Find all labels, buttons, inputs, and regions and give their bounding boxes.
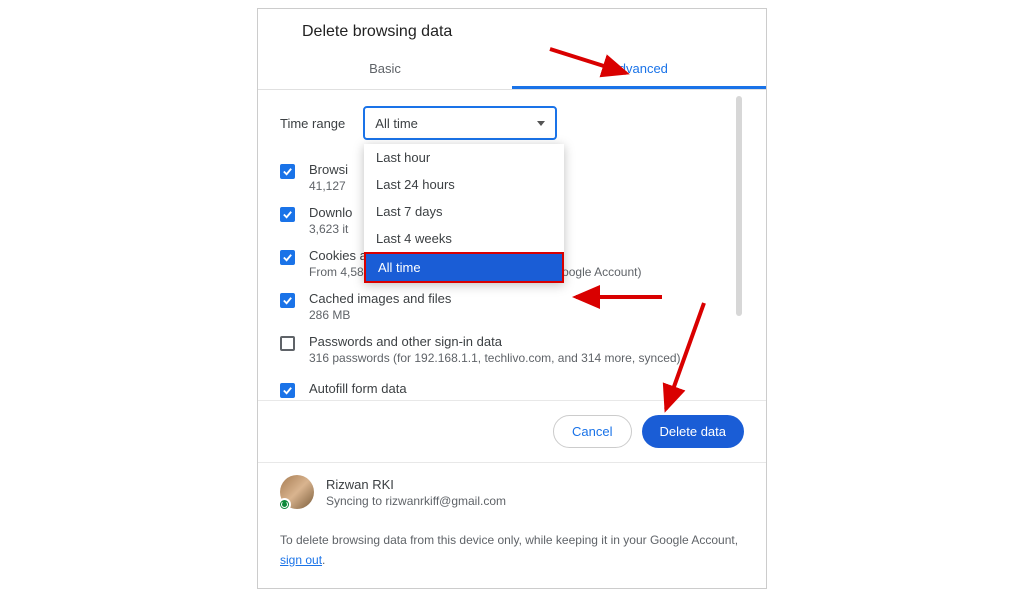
checkbox-download-history[interactable] (280, 207, 295, 222)
scrollbar[interactable] (736, 96, 742, 316)
cancel-button[interactable]: Cancel (553, 415, 631, 448)
item-subtitle: 41,127 (309, 179, 348, 193)
account-row: Rizwan RKI Syncing to rizwanrkiff@gmail.… (258, 462, 766, 521)
item-title: Browsi (309, 162, 348, 177)
dialog-content: Time range All time Last hour Last 24 ho… (258, 90, 766, 400)
sync-badge-icon (278, 498, 291, 511)
checkbox-cookies[interactable] (280, 250, 295, 265)
delete-data-button[interactable]: Delete data (642, 415, 745, 448)
checkbox-browsing-history[interactable] (280, 164, 295, 179)
sign-out-link[interactable]: sign out (280, 553, 322, 567)
footer-buttons: Cancel Delete data (258, 400, 766, 462)
note-post: . (322, 553, 325, 567)
item-autofill: Autofill form data (280, 371, 744, 400)
checkbox-cached[interactable] (280, 293, 295, 308)
item-title: Passwords and other sign-in data (309, 334, 681, 349)
checkbox-passwords[interactable] (280, 336, 295, 351)
option-last-4-weeks[interactable]: Last 4 weeks (364, 225, 564, 252)
checkbox-autofill[interactable] (280, 383, 295, 398)
tabs: Basic Advanced (258, 51, 766, 90)
bottom-note: To delete browsing data from this device… (258, 521, 766, 587)
item-passwords: Passwords and other sign-in data 316 pas… (280, 328, 744, 371)
item-title: Autofill form data (309, 381, 407, 396)
account-name: Rizwan RKI (326, 477, 506, 492)
time-range-row: Time range All time (280, 90, 744, 150)
time-range-select[interactable]: All time (363, 106, 557, 140)
avatar (280, 475, 314, 509)
item-title: Cached images and files (309, 291, 451, 306)
item-title: Downlo (309, 205, 352, 220)
tab-advanced[interactable]: Advanced (512, 51, 766, 89)
note-pre: To delete browsing data from this device… (280, 533, 738, 547)
chevron-down-icon (537, 121, 545, 126)
account-sync-text: Syncing to rizwanrkiff@gmail.com (326, 494, 506, 508)
item-subtitle: 316 passwords (for 192.168.1.1, techlivo… (309, 351, 681, 365)
option-last-7-days[interactable]: Last 7 days (364, 198, 564, 225)
dialog-title: Delete browsing data (258, 9, 766, 51)
option-last-hour[interactable]: Last hour (364, 144, 564, 171)
time-range-value: All time (375, 116, 418, 131)
scroll-area: Time range All time Last hour Last 24 ho… (280, 90, 744, 400)
item-subtitle: 286 MB (309, 308, 451, 322)
option-all-time[interactable]: All time (364, 252, 564, 283)
time-range-label: Time range (280, 116, 345, 131)
tab-basic[interactable]: Basic (258, 51, 512, 89)
delete-browsing-data-dialog: Delete browsing data Basic Advanced Time… (257, 8, 767, 588)
item-subtitle: 3,623 it (309, 222, 352, 236)
option-last-24-hours[interactable]: Last 24 hours (364, 171, 564, 198)
time-range-dropdown: Last hour Last 24 hours Last 7 days Last… (364, 144, 564, 283)
item-cached: Cached images and files 286 MB (280, 285, 744, 328)
